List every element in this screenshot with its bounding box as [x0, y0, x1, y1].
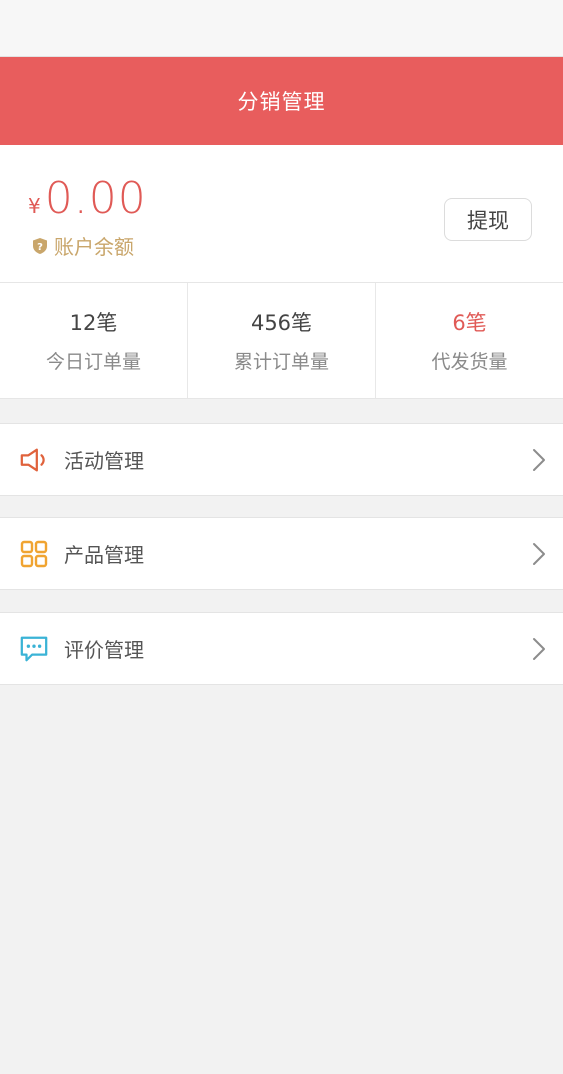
chevron-right-icon	[533, 637, 545, 660]
stat-label: 今日订单量	[45, 351, 141, 373]
page-title: 分销管理	[237, 90, 326, 114]
menu-item-activity[interactable]: 活动管理	[0, 423, 563, 496]
menu-label: 活动管理	[64, 449, 144, 473]
chevron-right-icon	[533, 542, 545, 565]
stat-value: 12笔	[69, 311, 118, 335]
grid-icon	[19, 539, 49, 569]
balance-label-row: ? 账户余额	[31, 231, 134, 260]
stat-label: 代发货量	[431, 351, 508, 373]
menu-item-reviews[interactable]: 评价管理	[0, 612, 563, 685]
withdraw-button[interactable]: 提现	[444, 198, 532, 241]
stat-value: 6笔	[452, 311, 487, 335]
stat-today-orders[interactable]: 12笔 今日订单量	[0, 283, 188, 398]
shield-icon: ?	[33, 237, 47, 254]
balance-label: 账户余额	[54, 235, 134, 259]
currency-symbol: ¥	[28, 194, 41, 218]
stat-value: 456笔	[250, 311, 313, 335]
svg-text:?: ?	[37, 242, 43, 253]
status-bar	[0, 0, 563, 57]
comment-icon	[19, 634, 49, 664]
order-stats: 12笔 今日订单量 456笔 累计订单量 6笔 代发货量	[0, 283, 563, 399]
stat-pending-shipments[interactable]: 6笔 代发货量	[376, 283, 563, 398]
stat-label: 累计订单量	[233, 351, 329, 373]
balance-amount: ¥ 0.00	[28, 173, 147, 224]
header-bar: 分销管理	[0, 57, 563, 145]
menu-item-products[interactable]: 产品管理	[0, 517, 563, 590]
chevron-right-icon	[533, 448, 545, 471]
menu-label: 评价管理	[64, 638, 144, 662]
stat-total-orders[interactable]: 456笔 累计订单量	[188, 283, 376, 398]
balance-value: 0.00	[44, 173, 147, 224]
menu-label: 产品管理	[64, 543, 144, 567]
megaphone-icon	[19, 445, 49, 475]
